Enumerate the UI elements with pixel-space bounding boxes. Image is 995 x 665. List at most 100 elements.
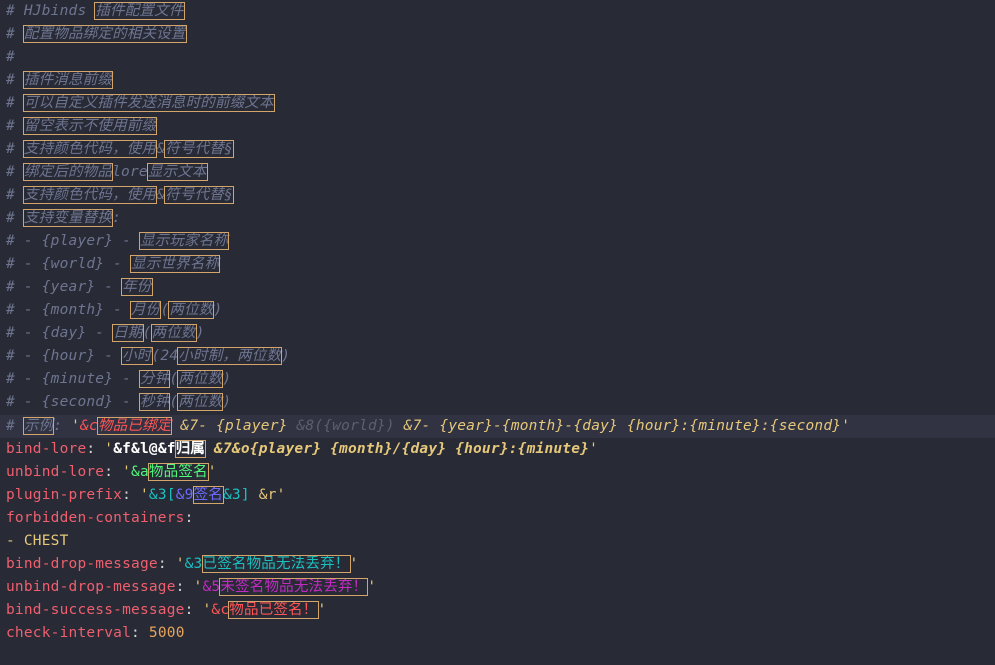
comment-hash: #	[6, 141, 24, 157]
yaml-colon: :	[184, 602, 203, 618]
comment-line-16: # - {hour} - 小时(24小时制，两位数)	[6, 345, 290, 368]
comment-text: 支持颜色代码，使用	[22, 140, 158, 158]
comment-text: 两位数	[177, 370, 224, 388]
comment-text: 两位数	[177, 393, 224, 411]
comment-text: 显示玩家名称	[138, 232, 230, 250]
comment-text: 两位数	[168, 301, 215, 319]
comment-hash: #	[6, 49, 15, 65]
comment-text: (24	[151, 348, 179, 364]
comment-text: (	[169, 371, 179, 387]
quote: '	[841, 418, 851, 434]
yaml-value: 归属	[174, 440, 207, 458]
comment-text: # - {year} -	[6, 279, 123, 295]
bind-lore-line[interactable]: bind-lore: '&f&l@&f归属 &7&o{player} {mont…	[6, 438, 598, 461]
comment-text: 显示文本	[146, 163, 208, 181]
color-code: &a	[131, 464, 149, 480]
unbind-lore-line[interactable]: unbind-lore: '&a物品签名'	[6, 461, 217, 484]
comment-text: 两位数	[150, 324, 197, 342]
comment-text: )	[222, 394, 232, 410]
color-code: &c	[80, 418, 98, 434]
comment-text: HJbinds	[23, 3, 96, 19]
yaml-key: unbind-drop-message	[6, 579, 176, 595]
unbind-drop-message-line[interactable]: unbind-drop-message: '&5未签名物品无法丢弃！'	[6, 576, 376, 599]
forbidden-container-item[interactable]: - CHEST	[6, 530, 69, 553]
code-editor[interactable]: # HJbinds 插件配置文件 # 配置物品绑定的相关设置 # # 插件消息前…	[0, 0, 995, 665]
example-label: 示例	[22, 417, 55, 435]
color-code: &5	[202, 579, 221, 595]
comment-text: 符号代替§	[164, 140, 234, 158]
comment-line-5: # 可以自定义插件发送消息时的前缀文本	[6, 92, 275, 115]
comment-text: 插件消息前缀	[22, 71, 114, 89]
comment-text: 支持变量替换	[22, 209, 114, 227]
quote: '	[139, 487, 149, 503]
comment-text: :	[53, 418, 72, 434]
yaml-value: 未签名物品无法丢弃！	[219, 578, 369, 596]
yaml-colon: :	[131, 625, 149, 641]
quote: '	[71, 418, 81, 434]
comment-text: # - {hour} -	[6, 348, 123, 364]
comment-line-18: # - {second} - 秒钟(两位数)	[6, 391, 231, 414]
yaml-colon: :	[104, 464, 123, 480]
comment-text: 符号代替§	[164, 186, 234, 204]
forbidden-containers-line[interactable]: forbidden-containers:	[6, 507, 194, 530]
comment-text: 支持颜色代码，使用	[22, 186, 158, 204]
comment-text: 秒钟	[138, 393, 171, 411]
comment-hash: #	[6, 26, 24, 42]
comment-text: # - {player} -	[6, 233, 140, 249]
plugin-prefix-line[interactable]: plugin-prefix: '&3[&9签名&3] &r'	[6, 484, 286, 507]
yaml-colon: :	[184, 510, 194, 526]
comment-hash: #	[6, 72, 24, 88]
list-item: - CHEST	[6, 533, 69, 549]
yaml-colon: :	[86, 441, 105, 457]
quote: '	[207, 464, 217, 480]
comment-text: )	[281, 348, 291, 364]
example-text: &8({world})	[296, 418, 395, 434]
quote: '	[122, 464, 132, 480]
quote: '	[349, 556, 359, 572]
comment-hash: #	[6, 164, 24, 180]
comment-text: lore	[112, 164, 148, 180]
bind-success-message-line[interactable]: bind-success-message: '&c物品已签名！'	[6, 599, 326, 622]
comment-text: 插件配置文件	[94, 2, 185, 20]
comment-text: # - {day} -	[6, 325, 114, 341]
comment-text: # - {second} -	[6, 394, 140, 410]
comment-line-4: # 插件消息前缀	[6, 69, 114, 92]
comment-line-15: # - {day} - 日期(两位数)	[6, 322, 205, 345]
comment-text: &	[156, 187, 166, 203]
yaml-value: 签名	[192, 486, 224, 504]
comment-text: (	[169, 394, 179, 410]
comment-hash: #	[6, 3, 24, 19]
yaml-colon: :	[122, 487, 140, 503]
comment-line-3: #	[6, 46, 15, 69]
check-interval-line[interactable]: check-interval: 5000	[6, 622, 185, 645]
quote: '	[276, 487, 286, 503]
comment-hash: #	[6, 118, 24, 134]
bind-drop-message-line[interactable]: bind-drop-message: '&3已签名物品无法丢弃！'	[6, 553, 358, 576]
comment-line-8: # 绑定后的物品lore显示文本	[6, 161, 208, 184]
example-line[interactable]: # 示例: '&c物品已绑定 &7- {player} &8({world}) …	[6, 415, 850, 438]
comment-hash: #	[6, 418, 24, 434]
comment-line-11: # - {player} - 显示玩家名称	[6, 230, 230, 253]
color-code: &9	[175, 487, 194, 503]
color-code: &c	[211, 602, 230, 618]
comment-text: 小时制，两位数	[177, 347, 283, 365]
color-code: &3]	[222, 487, 250, 503]
comment-text: 配置物品绑定的相关设置	[22, 25, 187, 43]
comment-line-2: # 配置物品绑定的相关设置	[6, 23, 187, 46]
quote: '	[589, 441, 599, 457]
comment-line-6: # 留空表示不使用前缀	[6, 115, 158, 138]
comment-line-7: # 支持颜色代码，使用&符号代替§	[6, 138, 234, 161]
example-bound-text: 物品已绑定	[96, 417, 173, 435]
comment-hash: #	[6, 210, 24, 226]
yaml-key: check-interval	[6, 625, 132, 641]
comment-line-12: # - {world} - 显示世界名称	[6, 253, 221, 276]
yaml-key: unbind-lore	[6, 464, 105, 480]
quote: '	[175, 556, 185, 572]
yaml-value: 物品已签名！	[228, 601, 319, 619]
yaml-colon: :	[175, 579, 194, 595]
comment-text: 分钟	[138, 370, 171, 388]
yaml-key: forbidden-containers	[6, 510, 185, 526]
comment-line-10: # 支持变量替换:	[6, 207, 121, 230]
comment-line-13: # - {year} - 年份	[6, 276, 153, 299]
comment-hash: #	[6, 95, 24, 111]
